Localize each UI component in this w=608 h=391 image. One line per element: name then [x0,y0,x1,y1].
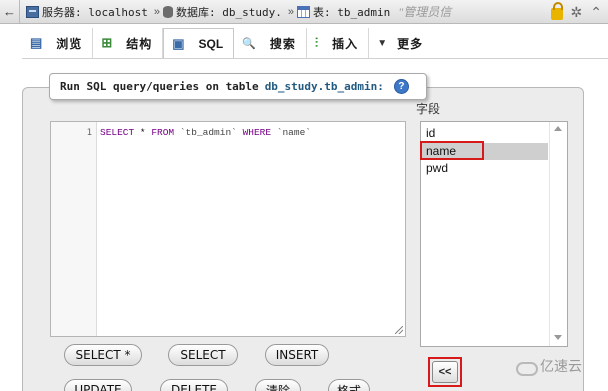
toolbar-icons: ✲ ⌃ [544,0,608,23]
code-keyword: FROM [151,127,175,138]
legend-table-name: db_study.tb_admin: [264,80,384,93]
tab-label: SQL [198,36,224,51]
line-number: 1 [86,128,92,138]
back-arrow-icon[interactable]: ← [0,0,20,23]
line-gutter: 1 [51,122,97,336]
breadcrumb-database-label[interactable]: 数据库: db_study. [176,4,282,20]
legend-text: Run SQL query/queries on table [60,80,259,93]
tab-more[interactable]: ▼ 更多 [369,28,434,58]
structure-icon: ⊞ [101,35,113,50]
columns-scrollbar[interactable] [549,122,567,346]
code-token: * [134,127,152,138]
tab-label: 浏览 [56,36,83,51]
highlight-box-name [420,141,484,160]
columns-label: 字段 [416,102,441,116]
breadcrumb-separator: » [287,5,294,18]
collapse-icon[interactable]: ⌃ [590,4,602,21]
cloud-logo-icon [514,359,538,376]
sql-editor[interactable]: 1 SELECT * FROM `tb_admin` WHERE `name` [50,121,406,337]
tab-label: 插入 [332,36,359,51]
gear-icon[interactable]: ✲ [571,4,583,21]
breadcrumb: ← 服务器: localhost » 数据库: db_study. » 表: t… [0,0,608,24]
tab-structure[interactable]: ⊞ 结构 [93,28,164,58]
code-keyword: WHERE [242,127,272,138]
tab-label: 更多 [397,36,424,51]
scroll-up-icon[interactable] [554,126,562,131]
insert-icon: ⫶ [314,35,319,50]
scroll-down-icon[interactable] [554,335,562,340]
tab-browse[interactable]: ▤ 浏览 [22,28,94,58]
tab-divider [22,58,608,59]
code-keyword: SELECT [100,127,135,138]
update-button[interactable]: UPDATE [64,379,132,391]
column-option-id[interactable]: id [422,125,548,142]
select-button[interactable]: SELECT [168,344,238,366]
breadcrumb-server[interactable]: 服务器: localhost [26,4,148,20]
tab-insert[interactable]: ⫶ 插入 [306,28,370,58]
tab-bar: ▤ 浏览 ⊞ 结构 ▣ SQL 🔍 搜索 ⫶ 插入 ▼ 更多 [22,28,434,58]
sql-icon: ▣ [172,35,185,51]
chevron-down-icon: ▼ [377,37,388,49]
clear-button[interactable]: 清除 [255,379,301,391]
lock-icon[interactable] [550,2,563,20]
code-identifier: `name` [271,127,311,138]
search-icon: 🔍 [242,37,256,50]
breadcrumb-database[interactable]: » 数据库: db_study. [154,4,282,20]
tab-search[interactable]: 🔍 搜索 [234,28,307,58]
column-option-pwd[interactable]: pwd [422,160,548,177]
code-identifier: `tb_admin` [174,127,243,138]
resize-handle-icon[interactable] [395,326,403,334]
help-icon[interactable]: ? [393,79,409,94]
table-icon [296,5,310,18]
server-icon [26,5,39,18]
breadcrumb-table[interactable]: » 表: tb_admin [288,4,390,20]
tab-label: 搜索 [269,36,296,51]
format-button[interactable]: 格式 [328,379,370,391]
tab-label: 结构 [126,36,153,51]
tab-sql[interactable]: ▣ SQL [163,28,235,58]
panel-legend: Run SQL query/queries on table db_study.… [49,73,427,100]
watermark: 亿速云 [514,356,582,376]
sql-code-line[interactable]: SELECT * FROM `tb_admin` WHERE `name` [100,127,311,138]
browse-icon: ▤ [30,35,43,50]
delete-button[interactable]: DELETE [160,379,228,391]
breadcrumb-table-label[interactable]: 表: tb_admin [313,4,390,20]
highlight-box-insert [428,357,462,387]
watermark-text: 亿速云 [540,358,582,374]
database-icon [162,5,173,18]
breadcrumb-separator: » [153,5,160,18]
select-all-button[interactable]: SELECT * [64,344,142,366]
breadcrumb-server-label[interactable]: 服务器: localhost [42,4,148,20]
table-comment: "管理员信 [398,5,452,19]
insert-button[interactable]: INSERT [265,344,329,366]
